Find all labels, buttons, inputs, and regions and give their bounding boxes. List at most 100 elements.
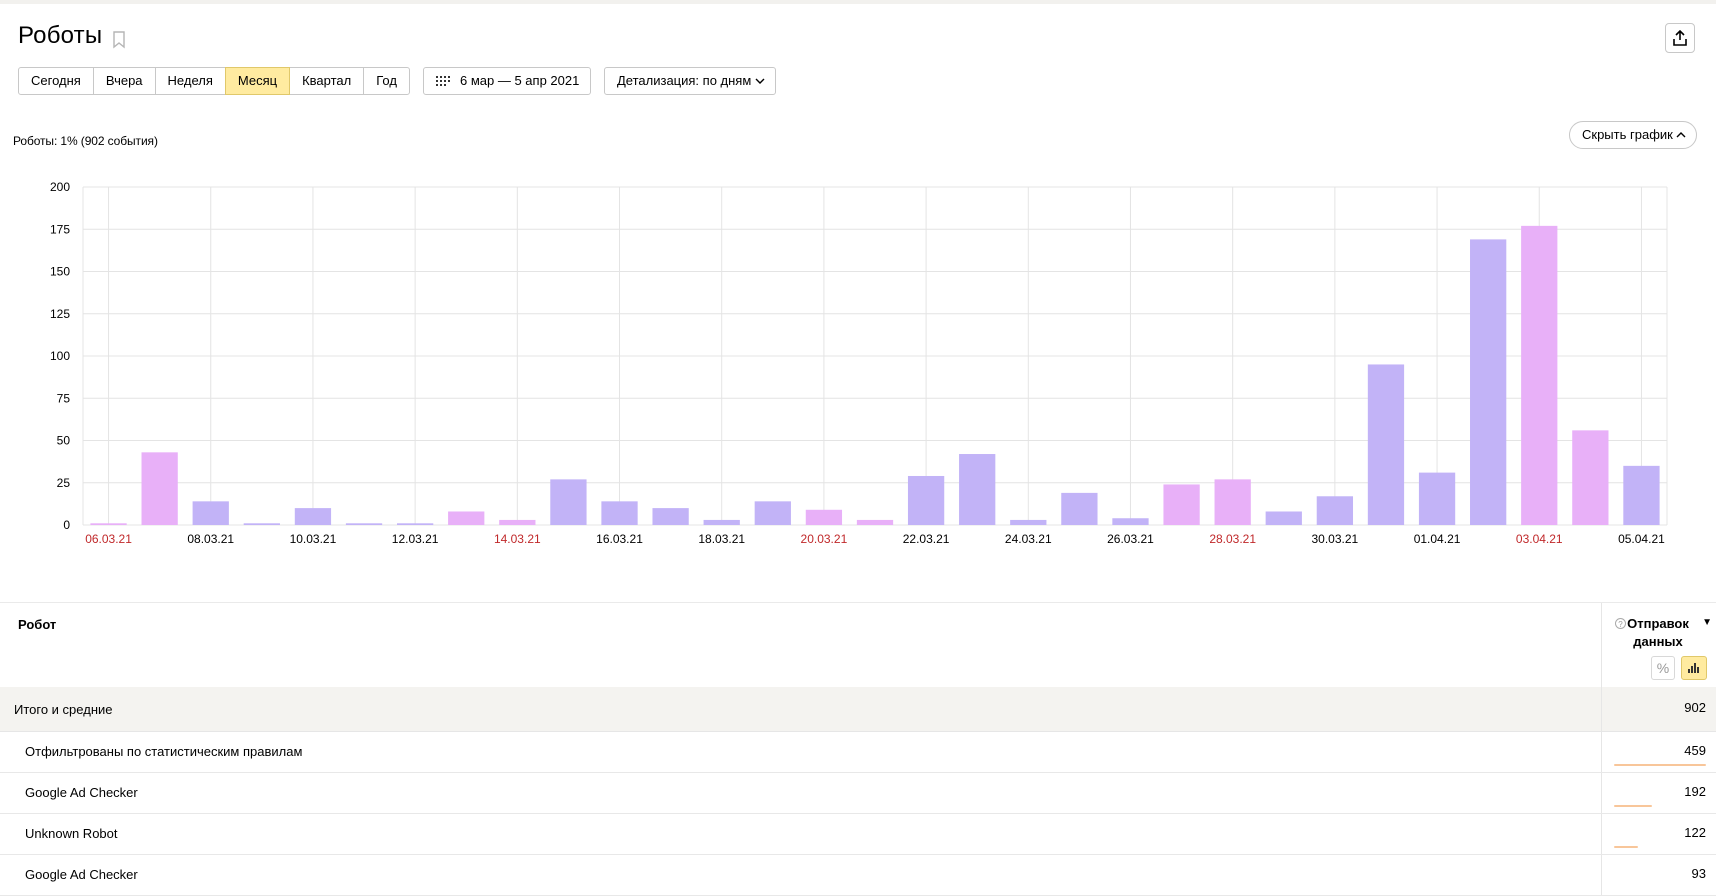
upload-icon bbox=[1673, 30, 1687, 46]
export-button[interactable] bbox=[1665, 23, 1695, 53]
chart-bar bbox=[907, 475, 945, 525]
column-robot-header[interactable]: Робот bbox=[18, 617, 56, 632]
y-tick-label: 200 bbox=[50, 180, 70, 194]
chart-bar bbox=[1214, 479, 1251, 525]
chart-bar bbox=[601, 501, 638, 525]
chart-bar bbox=[1010, 519, 1047, 525]
chart-bar bbox=[703, 519, 740, 525]
x-tick-label: 08.03.21 bbox=[187, 532, 234, 546]
x-tick-label: 06.03.21 bbox=[85, 532, 132, 546]
y-tick-label: 150 bbox=[50, 265, 70, 279]
table-row[interactable]: Google Ad Checker 93 bbox=[0, 855, 1716, 896]
x-tick-label: 14.03.21 bbox=[494, 532, 541, 546]
chart-bar bbox=[294, 508, 332, 525]
percent-toggle-icon[interactable]: % bbox=[1651, 656, 1675, 680]
hide-chart-button[interactable]: Скрыть график bbox=[1569, 121, 1697, 149]
y-tick-label: 125 bbox=[50, 307, 70, 321]
period-quarter[interactable]: Квартал bbox=[289, 67, 365, 95]
y-tick-label: 25 bbox=[57, 476, 71, 490]
x-tick-label: 24.03.21 bbox=[1005, 532, 1052, 546]
table-header: Робот ? Отправок данных ▼ % bbox=[0, 602, 1716, 687]
hide-chart-label: Скрыть график bbox=[1582, 127, 1673, 142]
row-value: 192 bbox=[1684, 784, 1706, 799]
date-range-button[interactable]: 6 мар — 5 апр 2021 bbox=[423, 67, 591, 95]
chart-bar bbox=[1470, 239, 1507, 525]
chart-bar bbox=[192, 501, 229, 525]
chart-bar bbox=[1265, 511, 1302, 525]
row-name: Unknown Robot bbox=[25, 826, 118, 841]
chart-bar bbox=[754, 501, 791, 525]
period-week[interactable]: Неделя bbox=[154, 67, 226, 95]
y-tick-label: 0 bbox=[63, 518, 70, 532]
page-title: Роботы bbox=[18, 22, 103, 49]
chart-bar bbox=[1418, 472, 1456, 525]
chart-bar bbox=[1112, 518, 1149, 525]
row-name: Отфильтрованы по статистическим правилам bbox=[25, 744, 303, 759]
row-value: 459 bbox=[1684, 743, 1706, 758]
x-tick-label: 10.03.21 bbox=[290, 532, 337, 546]
x-tick-label: 28.03.21 bbox=[1209, 532, 1256, 546]
row-value: 902 bbox=[1684, 700, 1706, 715]
calendar-icon bbox=[436, 76, 450, 86]
column-metric-header[interactable]: ? Отправок данных ▼ % bbox=[1601, 603, 1716, 687]
top-strip bbox=[0, 0, 1716, 4]
row-value: 122 bbox=[1684, 825, 1706, 840]
robots-table: Робот ? Отправок данных ▼ % Итого и сред… bbox=[0, 602, 1716, 896]
row-value: 93 bbox=[1691, 866, 1706, 881]
x-tick-label: 16.03.21 bbox=[596, 532, 643, 546]
row-name: Google Ad Checker bbox=[25, 785, 138, 800]
y-tick-label: 175 bbox=[50, 222, 70, 236]
period-year[interactable]: Год bbox=[363, 67, 410, 95]
period-selector: Сегодня Вчера Неделя Месяц Квартал Год bbox=[18, 67, 410, 95]
sort-desc-icon[interactable]: ▼ bbox=[1702, 617, 1712, 628]
table-row[interactable]: Google Ad Checker 192 bbox=[0, 773, 1716, 814]
table-row-total[interactable]: Итого и средние 902 bbox=[0, 687, 1716, 732]
x-tick-label: 22.03.21 bbox=[903, 532, 950, 546]
chart-bar bbox=[1316, 496, 1354, 525]
period-month[interactable]: Месяц bbox=[224, 67, 291, 95]
detail-label: Детализация: по дням bbox=[617, 73, 752, 88]
chart-summary: Роботы: 1% (902 события) bbox=[13, 134, 158, 148]
x-tick-label: 30.03.21 bbox=[1312, 532, 1359, 546]
chevron-up-icon bbox=[1676, 132, 1686, 138]
share-bar bbox=[1614, 846, 1638, 848]
bookmark-icon[interactable] bbox=[112, 31, 126, 49]
chart-bar bbox=[345, 523, 383, 525]
table-row[interactable]: Отфильтрованы по статистическим правилам… bbox=[0, 732, 1716, 773]
metric-label: Отправок данных bbox=[1627, 616, 1689, 649]
chart-bar bbox=[448, 511, 485, 525]
chart-bar bbox=[141, 452, 178, 525]
chart-bar bbox=[959, 454, 996, 525]
period-yesterday[interactable]: Вчера bbox=[92, 67, 156, 95]
y-tick-label: 50 bbox=[57, 434, 71, 448]
y-tick-label: 100 bbox=[50, 349, 70, 363]
x-tick-label: 18.03.21 bbox=[698, 532, 745, 546]
share-bar bbox=[1614, 805, 1652, 807]
chart-bar bbox=[1521, 225, 1558, 525]
chart-bar bbox=[396, 523, 434, 525]
bar-toggle-icon[interactable] bbox=[1681, 656, 1707, 680]
table-row[interactable]: Unknown Robot 122 bbox=[0, 814, 1716, 855]
row-name: Итого и средние bbox=[14, 702, 113, 717]
chevron-down-icon bbox=[755, 78, 765, 84]
x-tick-label: 26.03.21 bbox=[1107, 532, 1154, 546]
chart-bar bbox=[1061, 492, 1098, 525]
share-bar bbox=[1614, 764, 1706, 766]
x-tick-label: 12.03.21 bbox=[392, 532, 439, 546]
chart-bar bbox=[1163, 484, 1200, 525]
period-today[interactable]: Сегодня bbox=[18, 67, 94, 95]
robots-bar-chart: 0 25 50 75 100 125 150 175 200 06.03.21 08.03.21 10… bbox=[50, 180, 1668, 546]
chart-bar bbox=[499, 519, 536, 525]
chart-bar bbox=[805, 509, 843, 525]
x-tick-label: 20.03.21 bbox=[801, 532, 848, 546]
x-tick-label: 01.04.21 bbox=[1414, 532, 1461, 546]
date-range-label: 6 мар — 5 апр 2021 bbox=[460, 73, 580, 88]
x-tick-label: 05.04.21 bbox=[1618, 532, 1665, 546]
detail-dropdown[interactable]: Детализация: по дням bbox=[604, 67, 776, 95]
chart-bar bbox=[90, 523, 127, 525]
chart-bar bbox=[652, 508, 689, 525]
chart-bar bbox=[856, 519, 894, 525]
chart-bar bbox=[1367, 364, 1405, 525]
x-tick-label: 03.04.21 bbox=[1516, 532, 1563, 546]
y-tick-label: 75 bbox=[57, 391, 71, 405]
